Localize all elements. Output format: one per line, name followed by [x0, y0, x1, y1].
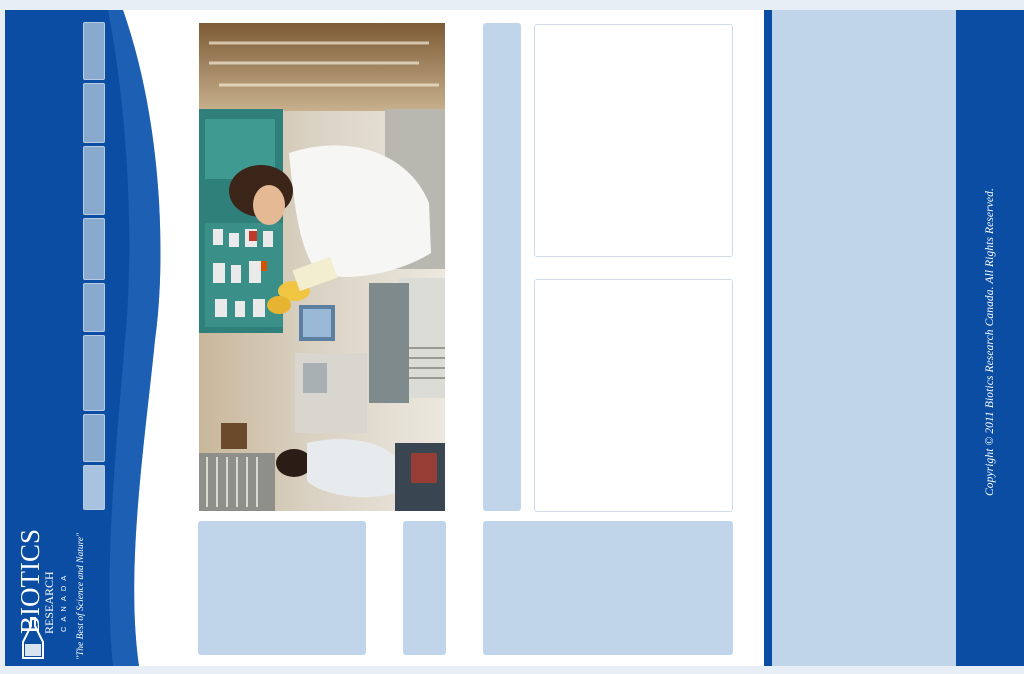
nav-item-8[interactable] — [83, 465, 105, 510]
brand-name: BIOTICS — [15, 529, 45, 634]
page-frame: BIOTICS RESEARCH CANADA "The Best of Sci… — [5, 10, 1024, 666]
brand-logo[interactable]: BIOTICS RESEARCH CANADA "The Best of Sci… — [13, 522, 105, 662]
info-panel-left — [198, 521, 366, 655]
right-sidebar-panel — [772, 10, 956, 666]
nav-item-4[interactable] — [83, 218, 105, 280]
brand-tagline: "The Best of Science and Nature" — [75, 532, 86, 660]
nav-item-3[interactable] — [83, 146, 105, 215]
side-tab-column — [483, 23, 521, 511]
nav-item-1[interactable] — [83, 22, 105, 80]
info-panel-narrow — [403, 521, 446, 655]
copyright-text: Copyright © 2011 Biotics Research Canada… — [984, 188, 996, 496]
content-card-top — [534, 24, 733, 257]
info-panel-right — [483, 521, 733, 655]
nav-item-7[interactable] — [83, 414, 105, 462]
brand-line2: RESEARCH — [42, 571, 56, 634]
nav-item-5[interactable] — [83, 283, 105, 332]
content-card-bottom — [534, 279, 733, 512]
brand-line3: CANADA — [59, 571, 68, 632]
nav-item-6[interactable] — [83, 335, 105, 411]
laboratory-scientist-photo — [199, 23, 445, 511]
nav-item-2[interactable] — [83, 83, 105, 143]
vertical-nav — [83, 22, 105, 513]
left-brand-panel: BIOTICS RESEARCH CANADA "The Best of Sci… — [5, 10, 165, 666]
right-divider-bar — [764, 10, 772, 666]
hero-photo — [199, 23, 445, 511]
